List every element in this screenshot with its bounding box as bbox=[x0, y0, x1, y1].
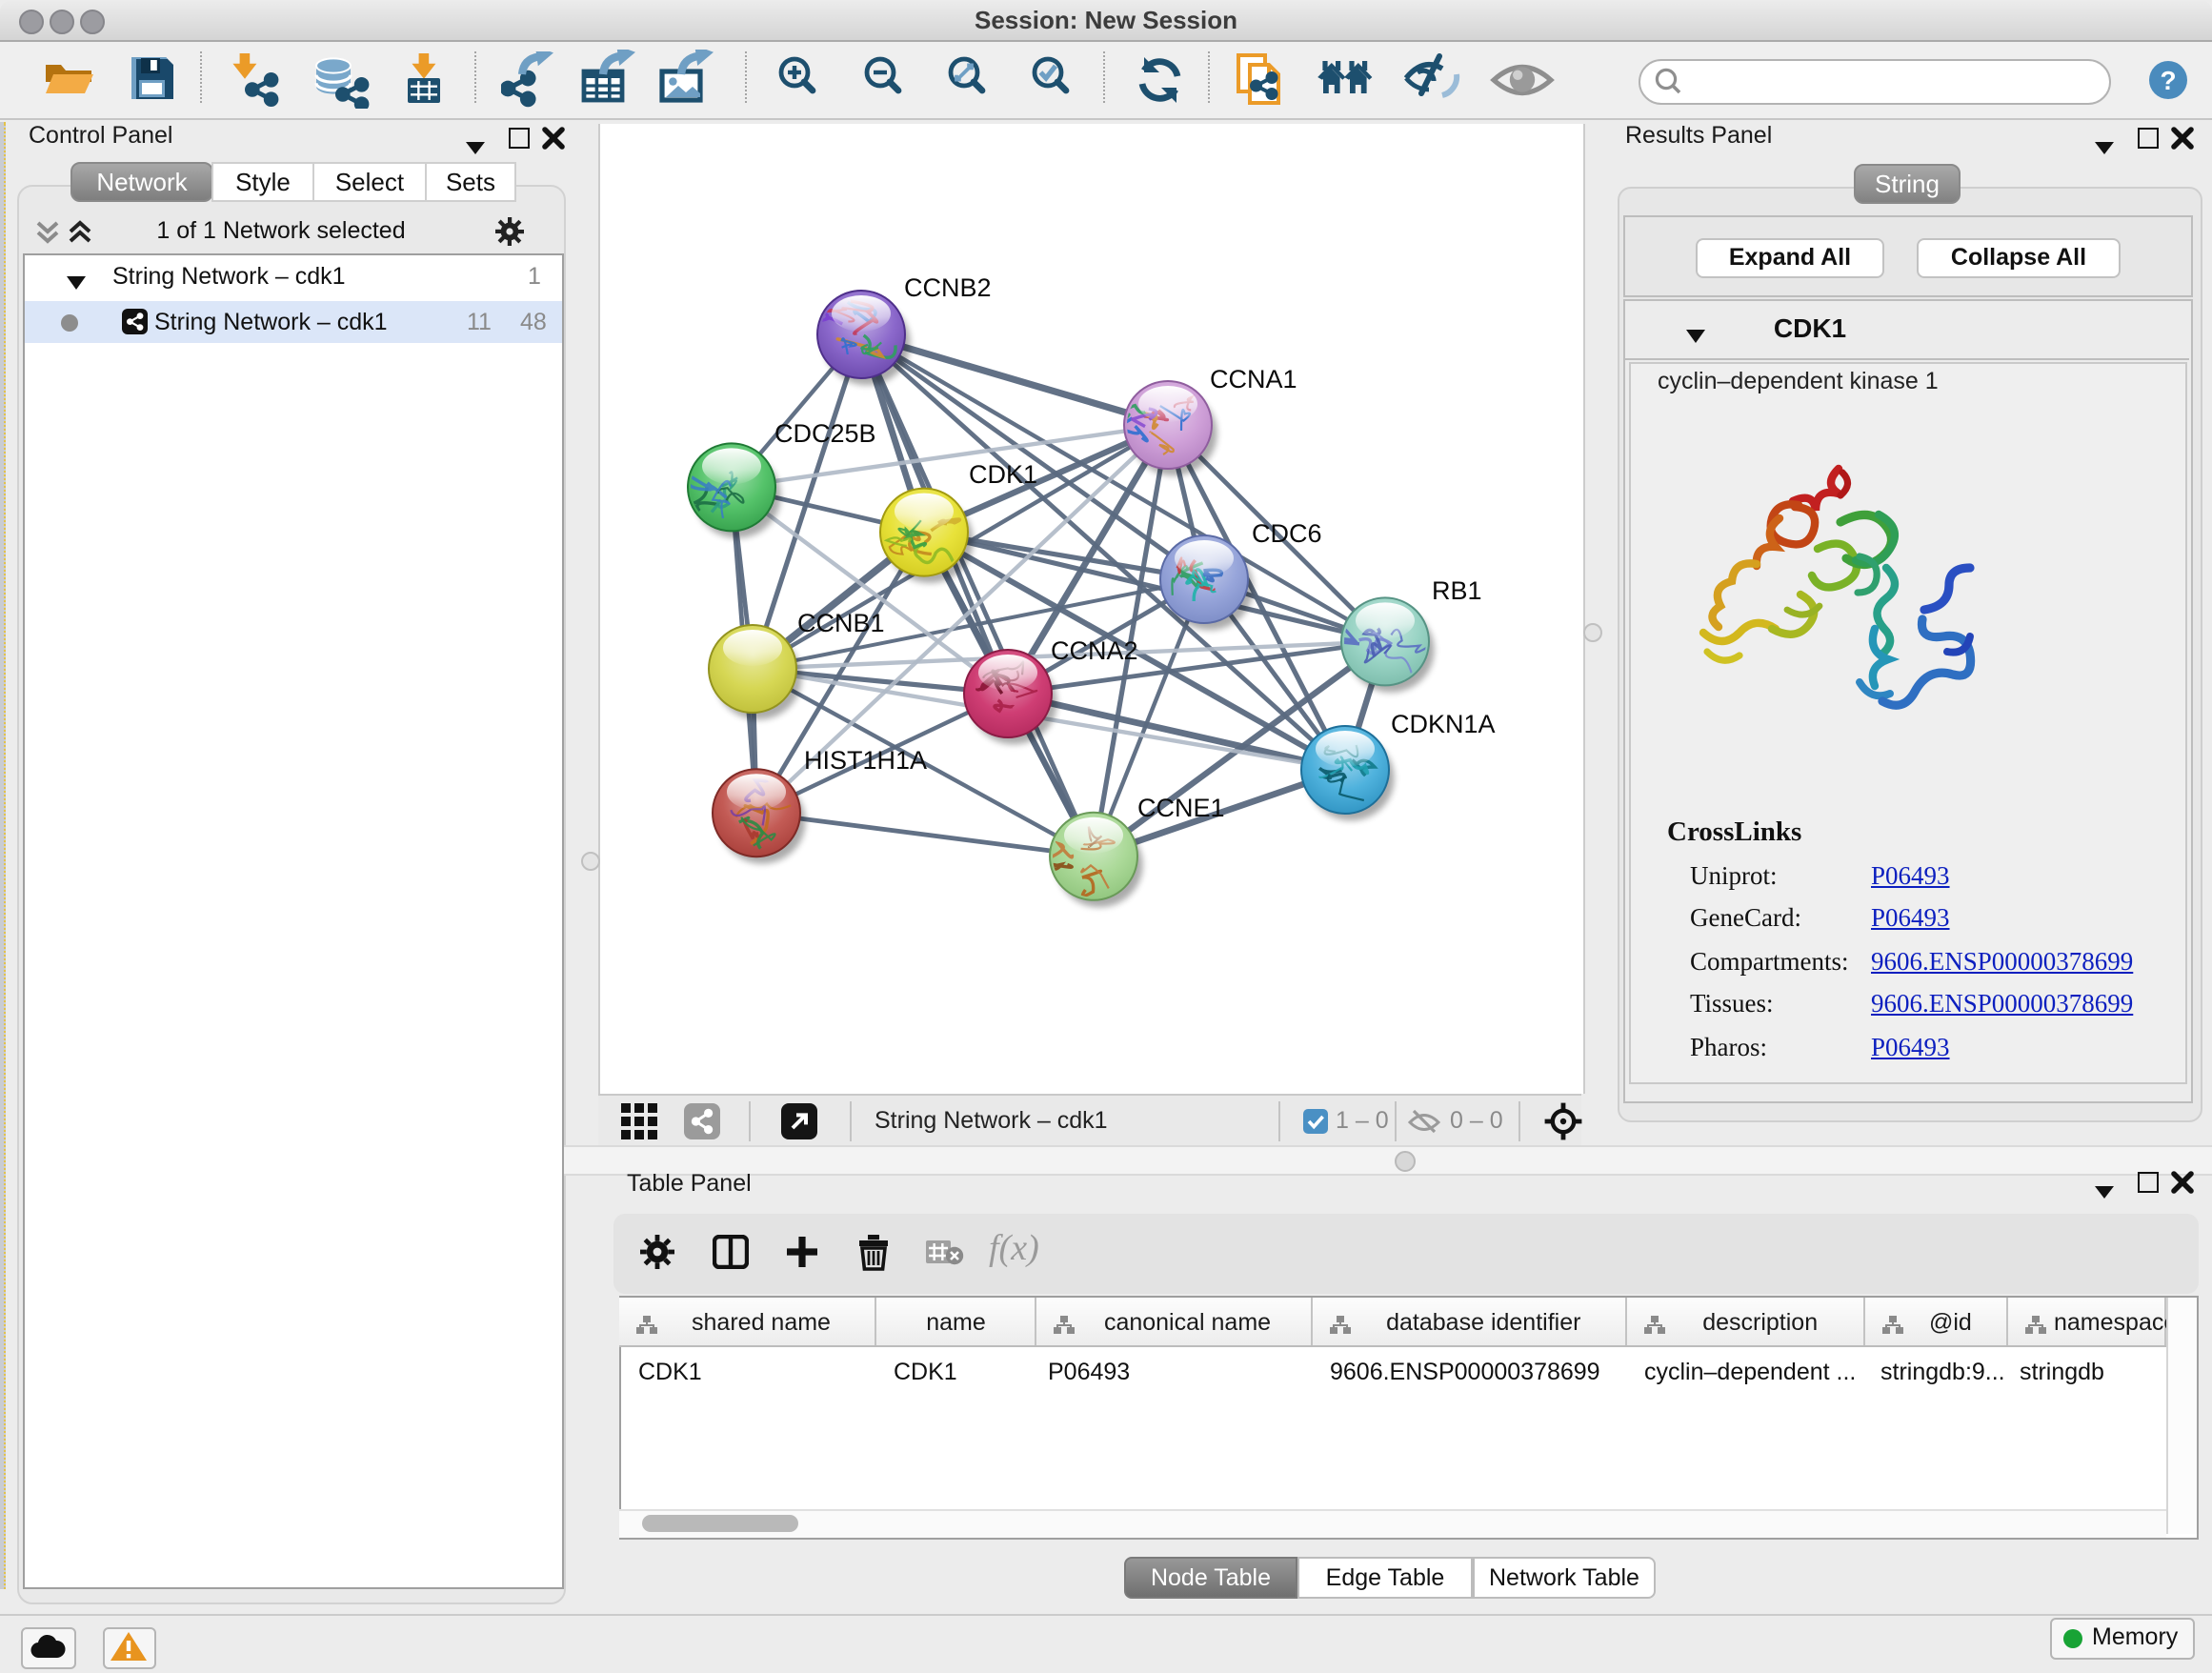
svg-text:?: ? bbox=[2160, 66, 2176, 95]
svg-text:CDKN1A: CDKN1A bbox=[1391, 710, 1496, 738]
svg-text:CCNA1: CCNA1 bbox=[1210, 365, 1297, 393]
svg-text:CCNE1: CCNE1 bbox=[1137, 794, 1225, 822]
svg-text:CDC6: CDC6 bbox=[1252, 519, 1322, 548]
svg-text:CDC25B: CDC25B bbox=[774, 419, 876, 448]
svg-text:CDK1: CDK1 bbox=[969, 460, 1037, 489]
svg-text:CCNB1: CCNB1 bbox=[797, 609, 885, 637]
svg-text:CCNB2: CCNB2 bbox=[904, 273, 992, 302]
svg-text:HIST1H1A: HIST1H1A bbox=[804, 746, 927, 775]
svg-text:CCNA2: CCNA2 bbox=[1051, 636, 1138, 665]
svg-text:RB1: RB1 bbox=[1432, 576, 1482, 605]
